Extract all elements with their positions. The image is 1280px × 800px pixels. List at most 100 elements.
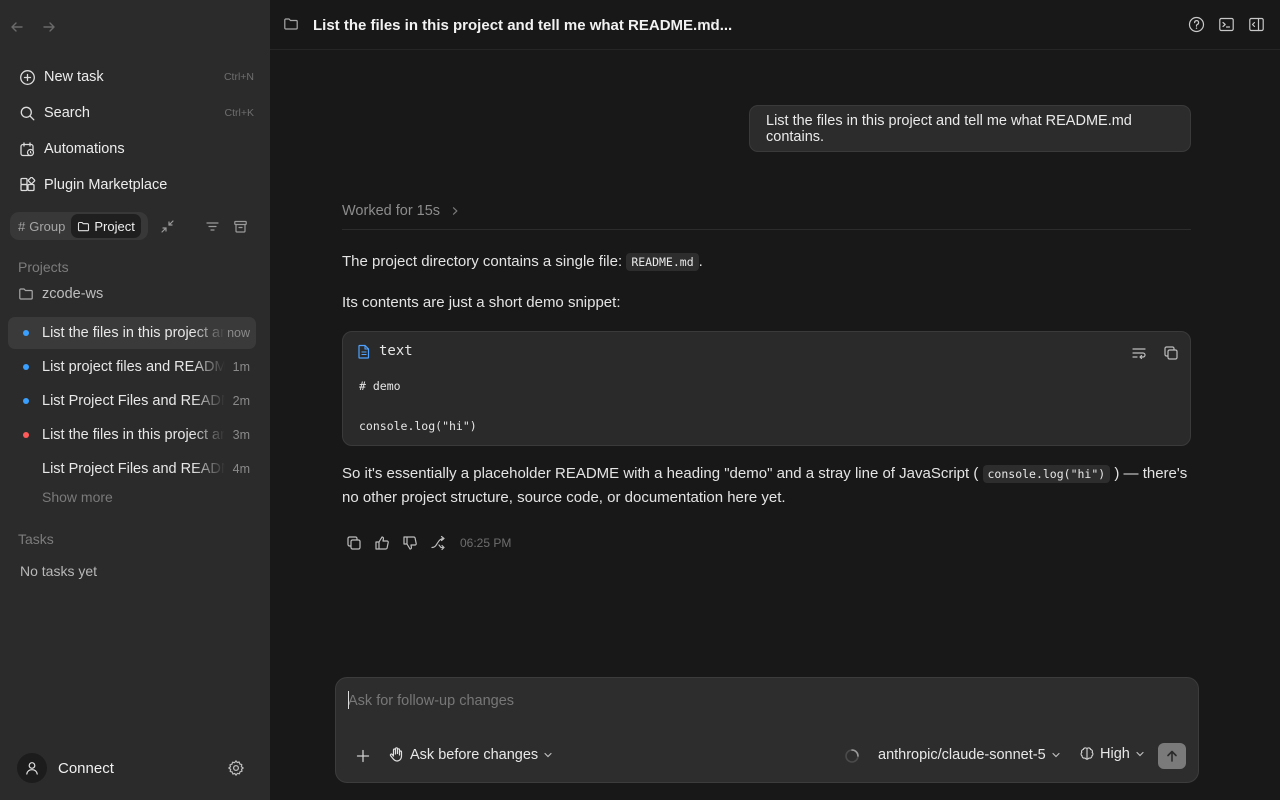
history-nav: [8, 18, 58, 36]
chevron-down-icon: [1051, 750, 1061, 760]
group-toggle-button[interactable]: # Group: [12, 214, 71, 238]
connect-label: Connect: [58, 759, 114, 777]
connect-button[interactable]: Connect: [17, 753, 114, 783]
folder-icon: [77, 220, 90, 233]
message-timestamp: 06:25 PM: [460, 536, 512, 550]
thread-title: List Project Files and README: [42, 393, 225, 409]
more-options-icon[interactable]: ···: [697, 14, 716, 32]
page-title: List the files in this project and tell …: [313, 17, 733, 34]
thread-item[interactable]: List the files in this project and tell …: [8, 317, 256, 349]
inline-code: console.log("hi"): [982, 465, 1111, 483]
status-dot: [23, 432, 29, 438]
thread-time: 2m: [232, 394, 250, 408]
status-dot: [23, 330, 29, 336]
plugin-marketplace-button[interactable]: Plugin Marketplace: [12, 169, 258, 201]
permission-mode-dropdown[interactable]: Ask before changes: [388, 746, 553, 763]
help-icon[interactable]: [1188, 16, 1206, 34]
project-toggle-button[interactable]: Project: [71, 214, 141, 238]
thread-item[interactable]: List project files and README 1m: [8, 351, 256, 383]
back-arrow-icon[interactable]: [8, 18, 26, 36]
automations-icon: [18, 140, 36, 158]
archive-icon[interactable]: [231, 217, 249, 235]
filter-icon[interactable]: [203, 217, 221, 235]
send-button[interactable]: [1158, 743, 1186, 769]
project-name: zcode-ws: [42, 286, 104, 302]
show-more-link[interactable]: Show more: [42, 489, 113, 505]
thread-time: 1m: [232, 360, 250, 374]
worked-for-label: Worked for 15s: [342, 203, 441, 219]
forward-arrow-icon[interactable]: [40, 18, 58, 36]
code-content: # demo console.log("hi"): [359, 376, 477, 436]
automations-button[interactable]: Automations: [12, 133, 258, 165]
new-task-icon: [18, 68, 36, 86]
assistant-paragraph: Its contents are just a short demo snipp…: [342, 294, 621, 311]
copy-icon[interactable]: [1163, 345, 1179, 361]
thread-item[interactable]: List Project Files and README 2m: [8, 385, 256, 417]
paragraph-text: The project directory contains a single …: [342, 253, 623, 270]
gear-icon[interactable]: [227, 759, 245, 777]
tasks-section-title: Tasks: [18, 531, 54, 547]
divider: [342, 229, 1191, 230]
user-message-text: List the files in this project and tell …: [766, 112, 1132, 145]
search-icon: [18, 104, 36, 122]
text-caret: [348, 691, 349, 709]
thread-item[interactable]: List the files in this project and tell …: [8, 419, 256, 451]
thread-title: List Project Files and README: [42, 461, 225, 477]
worked-for-toggle[interactable]: Worked for 15s: [342, 203, 460, 219]
inline-code: README.md: [626, 253, 699, 271]
tasks-empty-text: No tasks yet: [20, 563, 98, 579]
permission-mode-label: Ask before changes: [410, 746, 539, 763]
project-folder-item[interactable]: zcode-ws: [18, 286, 103, 302]
assistant-paragraph: The project directory contains a single …: [342, 250, 1191, 274]
terminal-icon[interactable]: [1218, 16, 1236, 34]
brain-icon: [1079, 746, 1095, 762]
thumbs-down-icon[interactable]: [402, 535, 418, 551]
status-dot: [23, 364, 29, 370]
thread-title: List project files and README: [42, 359, 225, 375]
thread-title: List the files in this project and tell …: [42, 427, 225, 443]
new-task-button[interactable]: New task Ctrl+N: [12, 61, 258, 93]
thread-title: List the files in this project and tell …: [42, 325, 225, 341]
thread-time: 3m: [232, 428, 250, 442]
model-name: anthropic/claude-sonnet-5: [878, 747, 1046, 763]
paragraph-text: .: [698, 253, 703, 270]
loading-spinner-icon: [844, 748, 860, 764]
thread-time: 4m: [232, 462, 250, 476]
sidebar-toggle-icon[interactable]: [1248, 16, 1266, 34]
thread-item[interactable]: List Project Files and README 4m: [8, 453, 256, 485]
paragraph-text: So it's essentially a placeholder README…: [342, 465, 979, 482]
main-panel: List the files in this project and tell …: [270, 0, 1280, 800]
new-task-label: New task: [44, 69, 104, 85]
user-icon: [17, 753, 47, 783]
copy-icon[interactable]: [346, 535, 362, 551]
reasoning-effort-selector[interactable]: High: [1079, 746, 1145, 762]
message-actions: 06:25 PM: [346, 535, 511, 551]
follow-up-input[interactable]: [348, 690, 1168, 712]
file-icon: [357, 344, 371, 359]
search-label: Search: [44, 105, 90, 121]
chevron-right-icon: [450, 206, 460, 216]
group-toggle-label: Group: [29, 218, 66, 234]
wrap-text-icon[interactable]: [1131, 345, 1147, 361]
status-dot: [23, 398, 29, 404]
group-project-toggle: # Group Project: [10, 212, 148, 240]
chevron-down-icon: [1135, 749, 1145, 759]
collapse-icon[interactable]: [158, 217, 176, 235]
plugin-icon: [18, 176, 36, 194]
automations-label: Automations: [44, 141, 125, 157]
hash-icon: #: [18, 218, 26, 234]
code-block-header: text: [357, 343, 413, 359]
thread-time: now: [227, 326, 250, 340]
plus-icon[interactable]: [355, 748, 371, 764]
model-selector[interactable]: anthropic/claude-sonnet-5: [878, 747, 1061, 763]
user-message: List the files in this project and tell …: [749, 105, 1191, 152]
reasoning-effort-label: High: [1100, 746, 1130, 762]
search-button[interactable]: Search Ctrl+K: [12, 97, 258, 129]
thumbs-up-icon[interactable]: [374, 535, 390, 551]
hand-icon: [388, 746, 405, 763]
branch-icon[interactable]: [430, 535, 446, 551]
new-task-shortcut: Ctrl+N: [223, 71, 254, 83]
code-line: # demo: [359, 379, 401, 393]
search-shortcut: Ctrl+K: [224, 107, 254, 119]
code-language-label: text: [379, 343, 413, 359]
